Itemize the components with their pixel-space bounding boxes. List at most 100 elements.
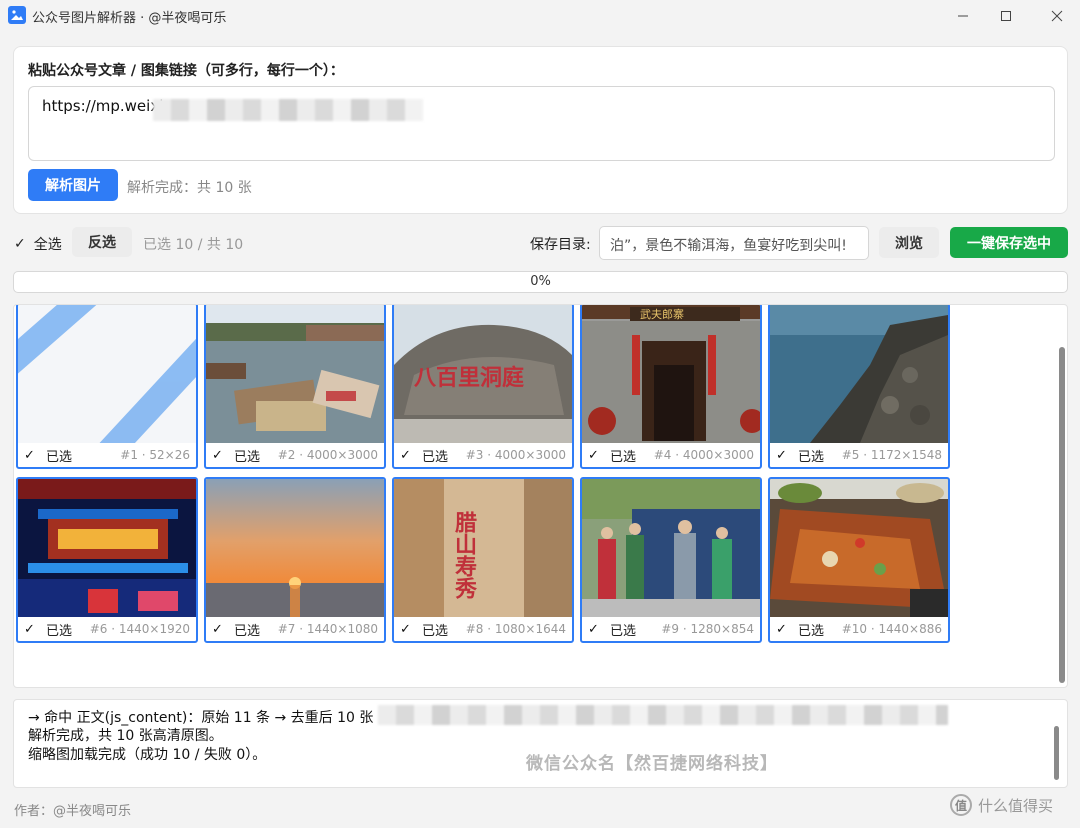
thumbnail-tile[interactable]: 武夫郎寨 ✓ 已选 #4 · 4000×3000: [580, 305, 762, 469]
tile-footer: ✓ 已选 #6 · 1440×1920: [18, 617, 196, 641]
check-icon: ✓: [212, 447, 223, 463]
selected-label: 已选: [46, 623, 73, 639]
thumbnail-tile[interactable]: ✓ 已选 #2 · 4000×3000: [204, 305, 386, 469]
thumbnail-image: [18, 479, 196, 617]
blurred-log-redaction: [378, 705, 948, 725]
check-icon: ✓: [588, 447, 599, 463]
url-input[interactable]: https://mp.weixi: [28, 86, 1055, 161]
title-bar: 公众号图片解析器 · @半夜喝可乐: [0, 0, 1080, 32]
rock-inscription: 八百里洞庭: [414, 365, 524, 391]
selected-label: 已选: [798, 449, 825, 465]
check-icon: ✓: [588, 621, 599, 637]
site-logo-icon: 值: [950, 794, 972, 816]
selected-count: 已选 10 / 共 10: [143, 237, 244, 253]
thumbnail-tile[interactable]: ✓ 已选 #10 · 1440×886: [768, 477, 950, 643]
image-meta: #10 · 1440×886: [841, 622, 942, 636]
image-meta: #4 · 4000×3000: [653, 448, 754, 462]
paste-label: 粘贴公众号文章 / 图集链接（可多行，每行一个）：: [28, 63, 344, 79]
thumbnail-tile[interactable]: ✓ 已选 #7 · 1440×1080: [204, 477, 386, 643]
selected-label: 已选: [610, 623, 637, 639]
save-dir-input[interactable]: 泊”，景色不输洱海，鱼宴好吃到尖叫!: [599, 226, 869, 260]
minimize-icon[interactable]: [940, 0, 986, 32]
check-icon: ✓: [400, 447, 411, 463]
selection-toolbar: ✓ 全选 反选 已选 10 / 共 10 保存目录: 泊”，景色不输洱海，鱼宴好…: [0, 226, 1080, 260]
select-all-label: 全选: [33, 237, 62, 253]
image-meta: #3 · 4000×3000: [465, 448, 566, 462]
progress-label: 0%: [530, 274, 551, 289]
tile-footer: ✓ 已选 #5 · 1172×1548: [770, 443, 948, 467]
tile-footer: ✓ 已选 #8 · 1080×1644: [394, 617, 572, 641]
thumbnail-tile[interactable]: ✓ 已选 #1 · 52×26: [16, 305, 198, 469]
parse-button[interactable]: 解析图片: [28, 169, 118, 201]
check-icon: ✓: [24, 621, 35, 637]
image-meta: #8 · 1080×1644: [465, 622, 566, 636]
thumbnail-tile[interactable]: ✓ 已选 #6 · 1440×1920: [16, 477, 198, 643]
tile-footer: ✓ 已选 #7 · 1440×1080: [206, 617, 384, 641]
parse-status: 解析完成：共 10 张: [127, 180, 252, 196]
grid-scrollbar[interactable]: [1059, 347, 1065, 683]
thumbnail-image: [582, 479, 760, 617]
thumbnail-image: [206, 479, 384, 617]
thumbnail-image: [206, 305, 384, 443]
selected-label: 已选: [234, 449, 261, 465]
log-line: → 命中 正文(js_content)：原始 11 条 → 去重后 10 张: [28, 710, 374, 726]
browse-button[interactable]: 浏览: [879, 227, 939, 258]
app-image-icon: [8, 6, 26, 24]
image-meta: #6 · 1440×1920: [89, 622, 190, 636]
author-credit: 作者：@半夜喝可乐: [14, 804, 132, 819]
close-icon[interactable]: [1034, 0, 1080, 32]
tile-footer: ✓ 已选 #9 · 1280×854: [582, 617, 760, 641]
gate-sign: 武夫郎寨: [640, 307, 684, 321]
progress-bar: 0%: [13, 271, 1068, 293]
selected-label: 已选: [422, 623, 449, 639]
log-line: 解析完成，共 10 张高清原图。: [28, 728, 223, 744]
log-panel: → 命中 正文(js_content)：原始 11 条 → 去重后 10 张 解…: [13, 699, 1068, 788]
log-scrollbar[interactable]: [1054, 726, 1059, 780]
thumbnail-tile[interactable]: 八百里洞庭 ✓ 已选 #3 · 4000×3000: [392, 305, 574, 469]
selected-label: 已选: [610, 449, 637, 465]
selected-label: 已选: [798, 623, 825, 639]
tile-footer: ✓ 已选 #10 · 1440×886: [770, 617, 948, 641]
check-icon: ✓: [212, 621, 223, 637]
save-dir-label: 保存目录:: [530, 237, 591, 253]
check-icon: ✓: [400, 621, 411, 637]
tile-footer: ✓ 已选 #4 · 4000×3000: [582, 443, 760, 467]
select-all-checkbox[interactable]: ✓ 全选: [14, 234, 62, 254]
blurred-url-redaction: [153, 99, 423, 121]
selected-label: 已选: [422, 449, 449, 465]
thumbnail-grid[interactable]: ✓ 已选 #1 · 52×26 ✓ 已选 #2 · 4000×3000 八百里洞…: [13, 304, 1068, 688]
thumbnail-tile[interactable]: ✓ 已选 #9 · 1280×854: [580, 477, 762, 643]
url-value: https://mp.weixi: [42, 97, 164, 115]
check-icon: ✓: [14, 236, 26, 252]
tile-footer: ✓ 已选 #2 · 4000×3000: [206, 443, 384, 467]
tile-footer: ✓ 已选 #1 · 52×26: [18, 443, 196, 467]
input-card: 粘贴公众号文章 / 图集链接（可多行，每行一个）： https://mp.wei…: [13, 46, 1068, 214]
image-meta: #5 · 1172×1548: [841, 448, 942, 462]
watermark-text: 微信公众名【然百捷网络科技】: [526, 754, 778, 774]
thumbnail-tile[interactable]: 腊山寿秀 ✓ 已选 #8 · 1080×1644: [392, 477, 574, 643]
thumbnail-image: 武夫郎寨: [582, 305, 760, 443]
save-selected-button[interactable]: 一键保存选中: [950, 227, 1068, 258]
check-icon: ✓: [776, 621, 787, 637]
cliff-inscription: 腊山寿秀: [451, 511, 478, 600]
log-line: 缩略图加载完成（成功 10 / 失败 0）。: [28, 747, 267, 763]
thumbnail-image: [770, 305, 948, 443]
thumbnail-tile[interactable]: ✓ 已选 #5 · 1172×1548: [768, 305, 950, 469]
image-meta: #7 · 1440×1080: [277, 622, 378, 636]
maximize-icon[interactable]: [983, 0, 1029, 32]
thumbnail-image: 八百里洞庭: [394, 305, 572, 443]
invert-selection-button[interactable]: 反选: [72, 227, 132, 257]
thumbnail-image: [18, 305, 196, 443]
tile-footer: ✓ 已选 #3 · 4000×3000: [394, 443, 572, 467]
image-meta: #1 · 52×26: [120, 448, 190, 462]
window-title: 公众号图片解析器 · @半夜喝可乐: [32, 11, 227, 26]
image-meta: #9 · 1280×854: [661, 622, 754, 636]
selected-label: 已选: [46, 449, 73, 465]
image-meta: #2 · 4000×3000: [277, 448, 378, 462]
thumbnail-image: [770, 479, 948, 617]
site-watermark: 值 什么值得买: [950, 794, 1053, 816]
check-icon: ✓: [776, 447, 787, 463]
thumbnail-image: 腊山寿秀: [394, 479, 572, 617]
check-icon: ✓: [24, 447, 35, 463]
site-watermark-text: 什么值得买: [978, 796, 1054, 815]
